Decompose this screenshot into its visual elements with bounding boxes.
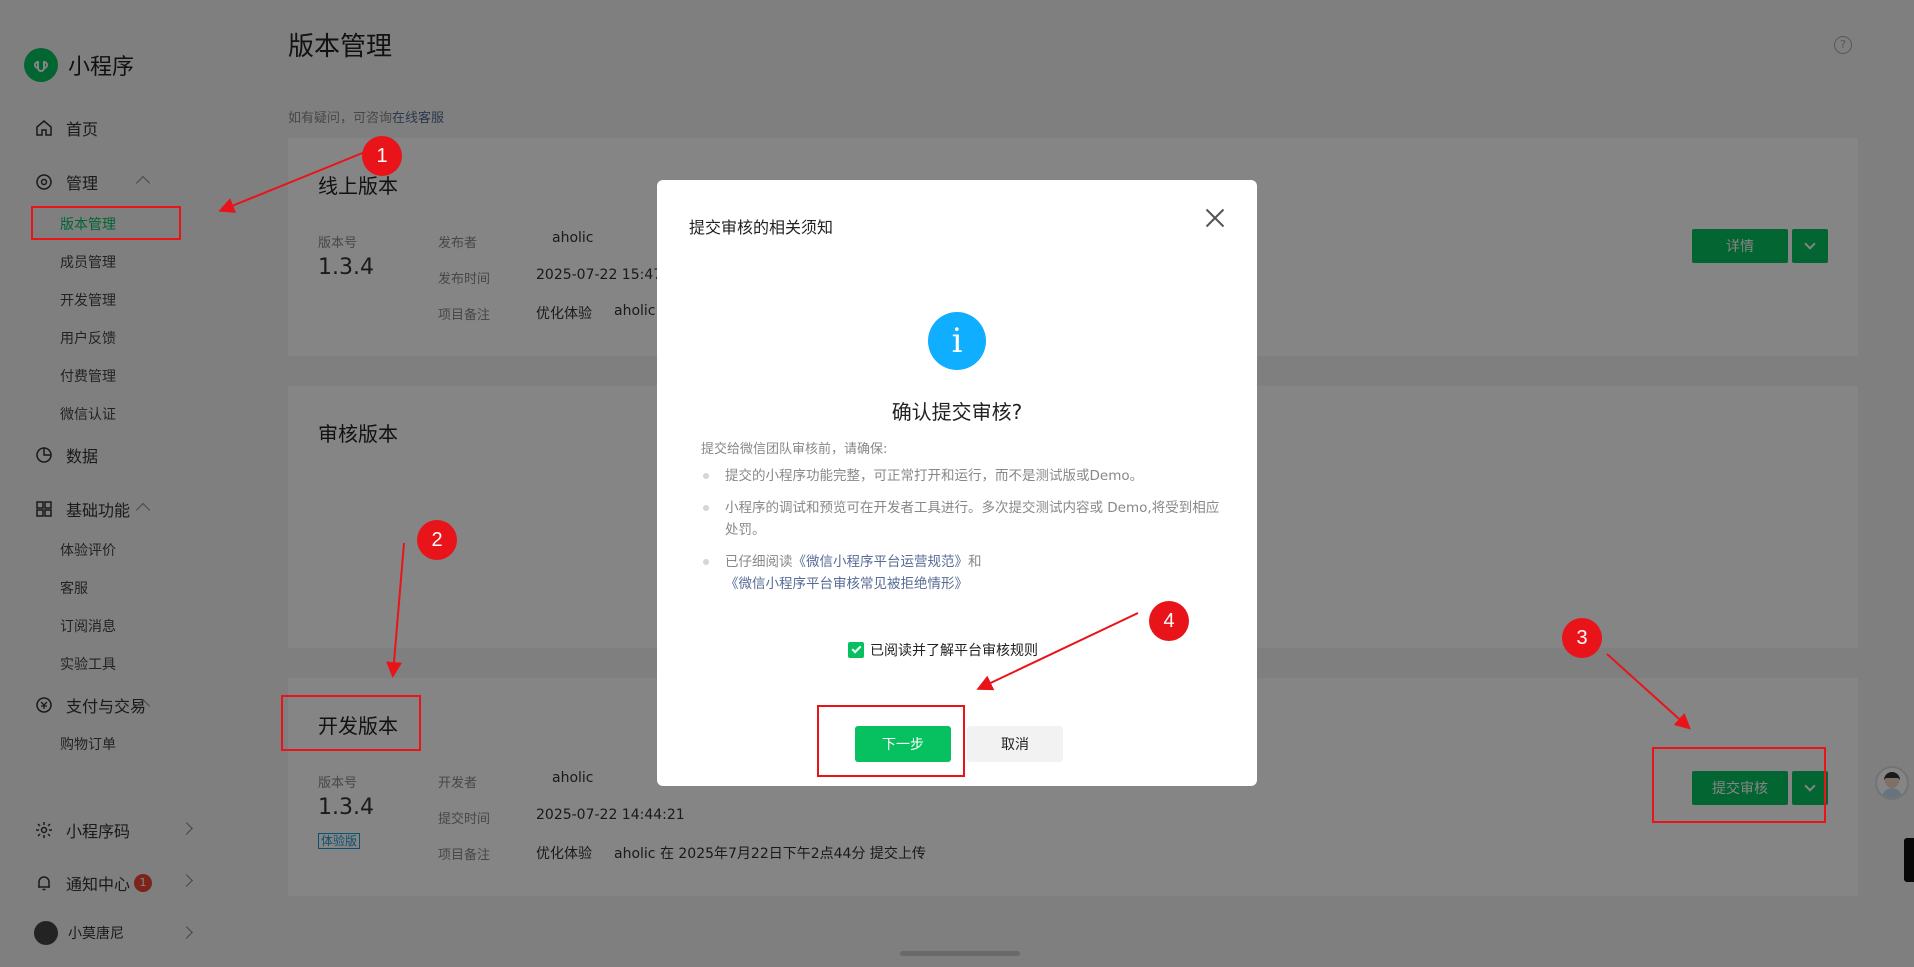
annotation-arrows [218, 151, 1691, 730]
annotation-box-next-step [817, 705, 965, 777]
annotation-box-submit-review [1652, 747, 1826, 823]
annotation-step-2: 2 [417, 520, 457, 560]
annotation-box-dev-version [281, 695, 421, 751]
annotation-box-version-manage [31, 206, 181, 240]
annotation-step-3: 3 [1562, 618, 1602, 658]
annotation-step-4: 4 [1149, 601, 1189, 641]
annotation-step-1: 1 [362, 136, 402, 176]
